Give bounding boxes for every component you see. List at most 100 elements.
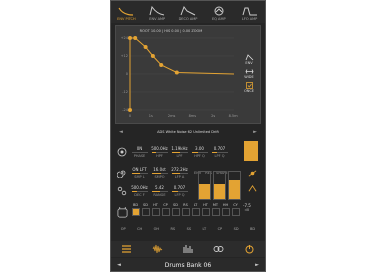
envelope-node[interactable] [143, 45, 148, 49]
mix-label[interactable]: RS [170, 227, 175, 231]
env-icon [245, 54, 253, 61]
pad-10[interactable]: HH [221, 203, 230, 216]
knob-label: HPF Q [194, 154, 205, 159]
x-tick-label: 0 [129, 114, 131, 118]
env-label: ENV [245, 61, 253, 65]
mix-label[interactable]: OH [154, 227, 159, 231]
pad-5[interactable]: SD [171, 203, 180, 216]
power-icon[interactable] [244, 244, 255, 254]
tab-bar: ENV PITCH ENV AMP DECO AMP EQ AMP LFO AM… [111, 1, 265, 23]
knob-value: ON LFT [132, 166, 147, 172]
lpf-q-knob[interactable]: 0.707 LPF Q [210, 145, 229, 159]
pad-label: LT [193, 203, 198, 207]
y-tick-label: -12 [122, 90, 128, 94]
knob-value: 16.0st [153, 166, 166, 172]
tab-lfo-amp[interactable]: LFO AMP [237, 1, 263, 21]
levels-icon[interactable] [182, 244, 193, 254]
tab-label: LFO AMP [241, 17, 258, 21]
envelope-node[interactable] [150, 54, 155, 58]
smpo-knob[interactable]: 16.0st SMPO [150, 166, 169, 179]
envelope-start-node[interactable] [128, 108, 132, 112]
bank-next-button[interactable]: ► [249, 262, 265, 268]
knob-value: 1.19kHz [171, 145, 188, 151]
pad-4[interactable]: CP [161, 203, 170, 216]
y-tick-label: +12 [121, 54, 128, 58]
filter-on-button[interactable] [244, 141, 258, 161]
loop-icon[interactable] [213, 244, 224, 254]
knob-value: 5.42 [155, 184, 164, 190]
pad-8[interactable]: HT [201, 203, 210, 216]
envelope-node[interactable] [159, 63, 164, 67]
mix-label[interactable]: LT [203, 227, 207, 231]
tab-deco-amp[interactable]: DECO AMP [175, 1, 201, 21]
tab-env-amp[interactable]: ENV AMP [144, 1, 170, 21]
range-knob[interactable]: 5.42 RANGE [150, 184, 169, 198]
mix-label[interactable]: OP [121, 227, 126, 231]
hpf-q-knob[interactable]: 3.00 HPF Q [190, 146, 209, 159]
pitch-curve-icon [118, 7, 134, 16]
once-icon [245, 82, 253, 89]
bank-name[interactable]: Drums Bank 06 [165, 262, 211, 269]
tab-env-pitch[interactable]: ENV PITCH [113, 1, 139, 21]
tab-label: EQ AMP [211, 17, 226, 21]
pad-label: CP [163, 203, 168, 207]
bank-prev-button[interactable]: ◄ [111, 262, 127, 268]
pad-3[interactable]: HT [151, 203, 160, 216]
phase-knob[interactable]: 0N PHASE [130, 146, 149, 158]
spiral-icon[interactable] [115, 166, 129, 180]
pad-level[interactable]: -7.5 dB [243, 203, 251, 212]
once-button[interactable]: ONCE [244, 82, 254, 93]
waveform-icon[interactable] [152, 244, 163, 254]
envelope-node[interactable] [128, 36, 132, 40]
lfp-a-knob[interactable]: 272.2Hz LFP A [170, 167, 189, 180]
smp-l-knob[interactable]: ON LFT SMP L [130, 166, 149, 179]
mix-label[interactable]: BD [250, 227, 255, 231]
pad-label: BD [132, 203, 139, 207]
lfo-curve-icon [242, 7, 257, 16]
pad-11[interactable]: CY [231, 203, 240, 216]
menu-icon[interactable] [121, 244, 132, 254]
env-meter[interactable] [198, 171, 211, 200]
envelope-node[interactable] [174, 70, 179, 75]
pad-box [171, 208, 180, 216]
envelope-panel: ROOT 10.00 | HIS 0.00 | 0.00 ZOOM +24 +12… [115, 25, 261, 124]
envelope-graph[interactable]: +24+120-12-2401s2ms8ms2s8.5ms [116, 26, 238, 123]
lfp-q-knob[interactable]: 0.707 LFP Q [170, 185, 189, 197]
filter-row: 0N PHASE 500.0Hz HPF 1.19kHz LPF 3.00 HP… [115, 141, 261, 163]
pad-box [211, 208, 220, 216]
hpf-knob[interactable]: 500.0Hz HPF [150, 146, 169, 159]
preset-next-button[interactable]: ► [249, 129, 261, 135]
res-meter[interactable] [213, 171, 226, 200]
env-button[interactable]: ENV [245, 54, 254, 65]
tab-eq-amp[interactable]: EQ AMP [206, 1, 232, 21]
shape-meter[interactable] [228, 171, 241, 200]
dec-f-knob[interactable]: 500.0Hz DEC F [130, 185, 149, 198]
wide-button[interactable]: WIDE [244, 68, 254, 79]
mix-label[interactable]: CH [137, 227, 142, 231]
preset-prev-button[interactable]: ◄ [115, 129, 127, 135]
knob-label: LPF Q [214, 154, 225, 159]
shape-icon[interactable] [248, 184, 257, 193]
lpf-knob[interactable]: 1.19kHz LPF [170, 146, 189, 159]
filter-icon[interactable] [115, 145, 129, 159]
mix-label[interactable]: SS [187, 227, 191, 231]
once-label: ONCE [243, 89, 255, 93]
eq-curve-icon [214, 6, 224, 16]
pad-6[interactable]: RS [181, 203, 190, 216]
drift-icon[interactable] [115, 184, 129, 198]
pad-1[interactable]: BD [131, 203, 140, 216]
knob-value: 272.2Hz [171, 166, 188, 172]
envelope-node[interactable] [133, 36, 138, 40]
knob-value: 0.707 [213, 145, 226, 151]
knob-bar [131, 190, 148, 193]
pad-box [191, 208, 200, 216]
pad-7[interactable]: LT [191, 203, 200, 216]
preset-name[interactable]: ADS White Noise 62 Unlimited Drift [157, 130, 219, 134]
mix-label[interactable]: CP [218, 227, 223, 231]
pad-9[interactable]: MT [211, 203, 220, 216]
tilt-icon[interactable] [248, 169, 257, 178]
knob-label: RANGE [153, 193, 166, 198]
drum-icon [115, 203, 129, 221]
mix-label[interactable]: SD [234, 227, 239, 231]
pad-2[interactable]: SD [141, 203, 150, 216]
